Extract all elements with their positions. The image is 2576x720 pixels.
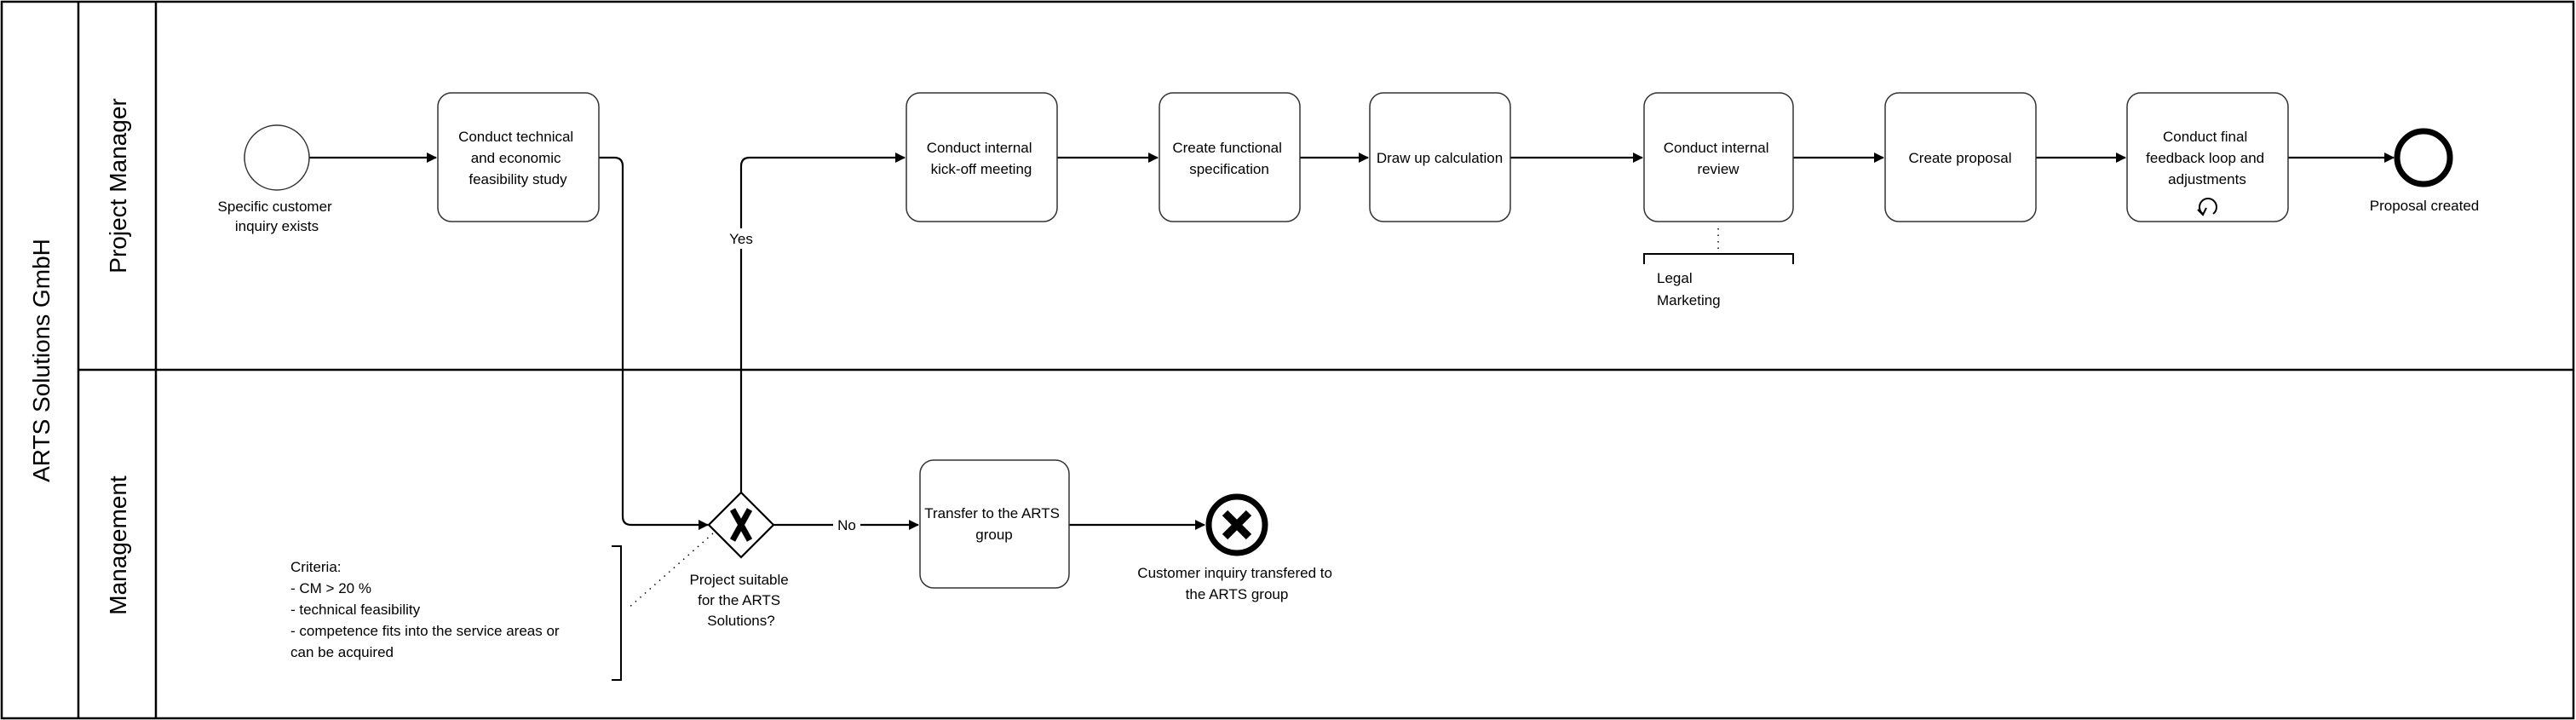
task-label: Create proposal <box>1909 150 2012 166</box>
task-transfer-to-arts-group[interactable]: Transfer to the ARTS group <box>919 459 1070 589</box>
task-internal-review[interactable]: Conduct internal review <box>1643 92 1794 222</box>
flow-feasibility-to-gateway <box>599 156 709 530</box>
start-event-circle <box>244 124 310 191</box>
task-functional-specification[interactable]: Create functional specification <box>1159 92 1301 222</box>
task-label: Conduct technical and economic feasibili… <box>458 129 578 187</box>
end-event-circle <box>2394 128 2453 187</box>
annotation-bracket <box>612 545 622 681</box>
task-feasibility-study[interactable]: Conduct technical and economic feasibili… <box>437 92 600 222</box>
lane-title-management: Management <box>105 475 131 615</box>
annotation-criteria[interactable]: Criteria: - CM > 20 % - technical feasib… <box>290 533 714 681</box>
annotation-bracket <box>1643 253 1794 264</box>
end-event-label: Proposal created <box>2370 198 2480 214</box>
task-label: Draw up calculation <box>1377 150 1503 166</box>
pool-title: ARTS Solutions GmbH <box>28 239 55 482</box>
gateway-label: Project suitable for the ARTS Solutions? <box>690 572 793 629</box>
annotation-text: Criteria: - CM > 20 % - technical feasib… <box>290 559 563 660</box>
task-final-feedback-loop[interactable]: Conduct final feedback loop and adjustme… <box>2126 92 2289 222</box>
exclusive-gateway[interactable]: Project suitable for the ARTS Solutions? <box>690 491 793 629</box>
flow-label-yes: Yes <box>729 231 753 247</box>
lane-title-project-manager: Project Manager <box>105 98 131 273</box>
end-event-inquiry-transferred[interactable]: Customer inquiry transfered to the ARTS … <box>1137 493 1336 602</box>
task-kickoff-meeting[interactable]: Conduct internal kick-off meeting <box>906 92 1058 222</box>
start-event[interactable]: Specific customer inquiry exists <box>218 124 336 234</box>
task-create-proposal[interactable]: Create proposal <box>1884 92 2037 222</box>
start-event-label: Specific customer inquiry exists <box>218 199 336 234</box>
end-event-proposal-created[interactable]: Proposal created <box>2370 128 2480 214</box>
sequence-flows: Yes No <box>309 153 2395 535</box>
bpmn-diagram: ARTS Solutions GmbH Project Manager Mana… <box>0 0 2575 720</box>
annotation-text: Legal Marketing <box>1657 270 1721 308</box>
task-draw-up-calculation[interactable]: Draw up calculation <box>1369 92 1511 222</box>
flow-gateway-yes <box>739 153 906 492</box>
end-event-label: Customer inquiry transfered to the ARTS … <box>1137 565 1336 602</box>
flow-label-no: No <box>837 517 856 533</box>
annotation-review[interactable]: Legal Marketing <box>1643 228 1794 308</box>
